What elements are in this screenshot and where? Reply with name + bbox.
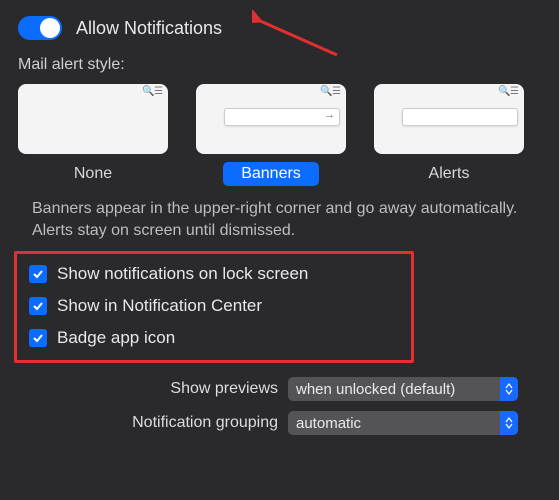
checkbox-highlight-box: Show notifications on lock screen Show i… [14,251,414,363]
alert-style-description: Banners appear in the upper-right corner… [32,198,535,241]
alert-style-alerts[interactable]: 🔍☰ Alerts [374,84,524,186]
grouping-label: Notification grouping [18,414,278,432]
thumb-alerts: 🔍☰ [374,84,524,154]
menu-icon: ☰ [154,88,162,96]
checkbox-notification-center[interactable]: Show in Notification Center [29,296,399,316]
checkbox-lock-screen[interactable]: Show notifications on lock screen [29,264,399,284]
checkmark-icon [29,265,47,283]
alert-style-none[interactable]: 🔍☰ None [18,84,168,186]
alert-style-heading: Mail alert style: [18,56,541,74]
alert-style-banners[interactable]: 🔍☰ Banners [196,84,346,186]
show-previews-select[interactable]: when unlocked (default) [288,377,518,401]
checkmark-icon [29,297,47,315]
updown-icon [500,411,518,435]
checkbox-lock-screen-label: Show notifications on lock screen [57,264,308,284]
alert-style-alerts-label: Alerts [411,162,488,186]
checkmark-icon [29,329,47,347]
menu-icon: ☰ [510,88,518,96]
checkbox-badge-icon-label: Badge app icon [57,328,175,348]
search-icon: 🔍 [320,88,328,96]
thumb-none: 🔍☰ [18,84,168,154]
checkbox-badge-icon[interactable]: Badge app icon [29,328,399,348]
alert-style-group: 🔍☰ None 🔍☰ Banners 🔍☰ Alerts [18,84,541,186]
thumb-banners: 🔍☰ [196,84,346,154]
grouping-select[interactable]: automatic [288,411,518,435]
updown-icon [500,377,518,401]
allow-notifications-toggle[interactable] [18,16,62,40]
alert-style-banners-label: Banners [223,162,319,186]
alert-style-none-label: None [56,162,130,186]
search-icon: 🔍 [142,88,150,96]
show-previews-label: Show previews [18,380,278,398]
menu-icon: ☰ [332,88,340,96]
search-icon: 🔍 [498,88,506,96]
show-previews-value: when unlocked (default) [288,381,500,398]
checkbox-notification-center-label: Show in Notification Center [57,296,262,316]
grouping-value: automatic [288,415,500,432]
allow-notifications-label: Allow Notifications [76,18,222,39]
